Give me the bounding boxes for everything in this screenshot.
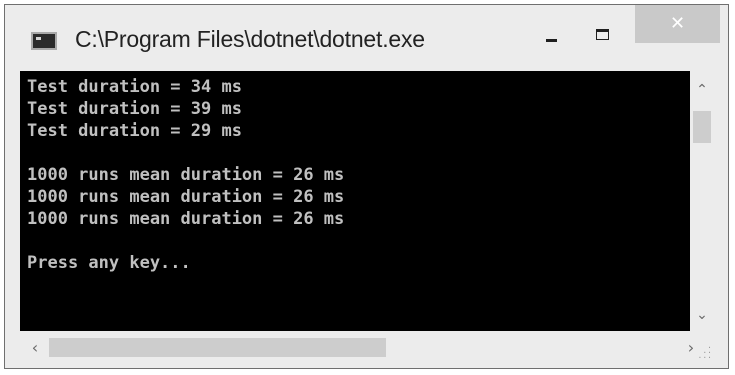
scroll-down-icon[interactable]: ⌄ [690, 304, 714, 326]
resize-grip-icon[interactable]: · ·· ··· [696, 344, 712, 362]
console-line: Test duration = 39 ms [27, 99, 242, 119]
horizontal-scroll-thumb[interactable] [49, 338, 386, 357]
console-window: C:\Program Files\dotnet\dotnet.exe ✕ Tes… [4, 4, 729, 369]
console-output[interactable]: Test duration = 34 ms Test duration = 39… [20, 71, 690, 331]
horizontal-scrollbar[interactable]: ‹ › [20, 331, 694, 364]
console-line: 1000 runs mean duration = 26 ms [27, 187, 345, 207]
scroll-left-icon[interactable]: ‹ [24, 336, 46, 360]
window-title: C:\Program Files\dotnet\dotnet.exe [75, 26, 425, 52]
vertical-scrollbar[interactable]: ⌃ ⌄ [690, 71, 714, 331]
console-line: Press any key... [27, 253, 191, 273]
title-bar[interactable]: C:\Program Files\dotnet\dotnet.exe ✕ [5, 5, 728, 71]
console-window-icon[interactable] [31, 32, 57, 50]
close-button[interactable]: ✕ [635, 5, 720, 43]
console-line: Test duration = 29 ms [27, 121, 242, 141]
minimize-button[interactable] [540, 27, 566, 51]
maximize-button[interactable] [590, 25, 616, 49]
scroll-up-icon[interactable]: ⌃ [690, 79, 714, 101]
console-line: 1000 runs mean duration = 26 ms [27, 209, 345, 229]
vertical-scroll-thumb[interactable] [693, 111, 711, 143]
console-line: Test duration = 34 ms [27, 77, 242, 97]
console-line: 1000 runs mean duration = 26 ms [27, 165, 345, 185]
